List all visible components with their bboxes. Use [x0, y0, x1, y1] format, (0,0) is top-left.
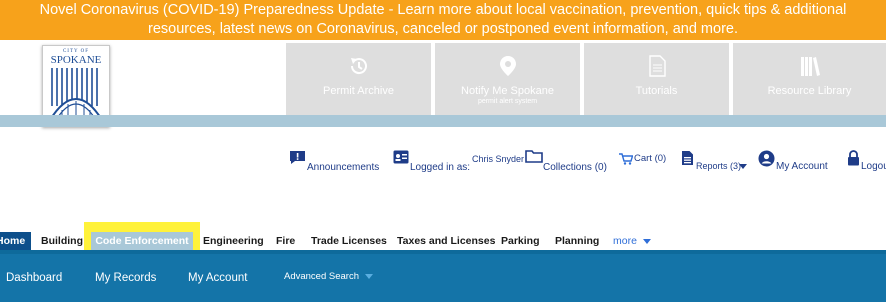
logged-in-as: Logged in as: Chris Snyder [393, 150, 524, 174]
nav-home[interactable]: Home [0, 232, 31, 250]
subnav-my-account[interactable]: My Account [188, 272, 247, 284]
tile-tutorials[interactable]: Tutorials [584, 43, 729, 115]
covid-alert-banner[interactable]: Novel Coronavirus (COVID-19) Preparednes… [0, 0, 886, 40]
books-icon [800, 57, 820, 76]
nav-code-enforcement[interactable]: Code Enforcement [91, 232, 193, 250]
nav-taxes-and-licenses[interactable]: Taxes and Licenses [397, 232, 495, 250]
alert-line-2[interactable]: resources, latest news on Coronavirus, c… [0, 20, 886, 39]
nav-engineering[interactable]: Engineering [203, 232, 264, 250]
nav-more-dropdown[interactable]: more [613, 232, 651, 250]
nav-building[interactable]: Building [41, 232, 83, 250]
cart-label: Cart (0) [634, 153, 667, 164]
tile-sublabel: permit alert system [477, 98, 538, 105]
folder-icon [525, 150, 543, 163]
logo-name-text: SPOKANE [50, 54, 102, 66]
tile-notify-me-spokane[interactable]: Notify Me Spokane permit alert system [435, 43, 580, 115]
id-card-icon [393, 150, 409, 164]
announcement-icon [290, 151, 305, 164]
alert-line-1[interactable]: Novel Coronavirus (COVID-19) Preparednes… [0, 1, 886, 20]
nav-parking[interactable]: Parking [501, 232, 540, 250]
nav-fire[interactable]: Fire [276, 232, 295, 250]
my-account-link[interactable]: My Account [758, 150, 843, 174]
my-account-label: My Account [776, 161, 828, 172]
announcements-label: Announcements [307, 162, 380, 173]
user-name-link[interactable]: Chris Snyder [472, 154, 524, 164]
announcements-link[interactable]: Announcements [289, 150, 384, 174]
tile-label: Resource Library [767, 85, 852, 97]
logo-wordmark: CITY OF SPOKANE [43, 49, 109, 66]
history-icon [350, 58, 367, 75]
caret-down-icon [642, 238, 651, 244]
cart-link[interactable]: Cart (0) [619, 150, 669, 174]
cart-icon [619, 153, 633, 165]
reports-dropdown[interactable]: Reports (3) [681, 150, 749, 174]
falls-bridge-icon [48, 66, 104, 122]
document-icon [648, 55, 666, 77]
header-strip [0, 115, 886, 127]
collections-link[interactable]: Collections (0) [525, 150, 610, 174]
sub-nav: Dashboard My Records My Account Advanced… [0, 254, 886, 302]
tile-resource-library[interactable]: Resource Library [733, 43, 886, 115]
logout-link[interactable]: Logou [847, 150, 886, 174]
subnav-advanced-search[interactable]: Advanced Search [284, 271, 373, 282]
nav-home-label: Home [0, 235, 26, 247]
nav-planning[interactable]: Planning [555, 232, 599, 250]
caret-down-icon [364, 273, 373, 279]
logged-in-as-label: Logged in as: [410, 162, 471, 173]
logout-label: Logou [861, 161, 886, 172]
subnav-my-records[interactable]: My Records [95, 272, 156, 284]
main-nav: Home Building Code Enforcement Engineeri… [0, 222, 886, 262]
user-circle-icon [758, 150, 775, 167]
location-pin-icon [499, 56, 516, 76]
collections-label: Collections (0) [543, 162, 607, 173]
reports-label: Reports (3) [696, 161, 742, 171]
subnav-dashboard[interactable]: Dashboard [6, 272, 62, 284]
tile-label: Notify Me Spokane [461, 85, 554, 97]
lock-icon [848, 150, 859, 166]
nav-more-label: more [613, 235, 637, 247]
tile-label: Tutorials [635, 85, 678, 97]
report-icon [682, 151, 693, 165]
tile-permit-archive[interactable]: Permit Archive [286, 43, 431, 115]
advanced-search-label: Advanced Search [284, 271, 359, 282]
caret-down-icon [739, 164, 747, 169]
nav-trade-licenses[interactable]: Trade Licenses [311, 232, 387, 250]
tile-label: Permit Archive [323, 85, 394, 97]
page: Novel Coronavirus (COVID-19) Preparednes… [0, 0, 886, 302]
